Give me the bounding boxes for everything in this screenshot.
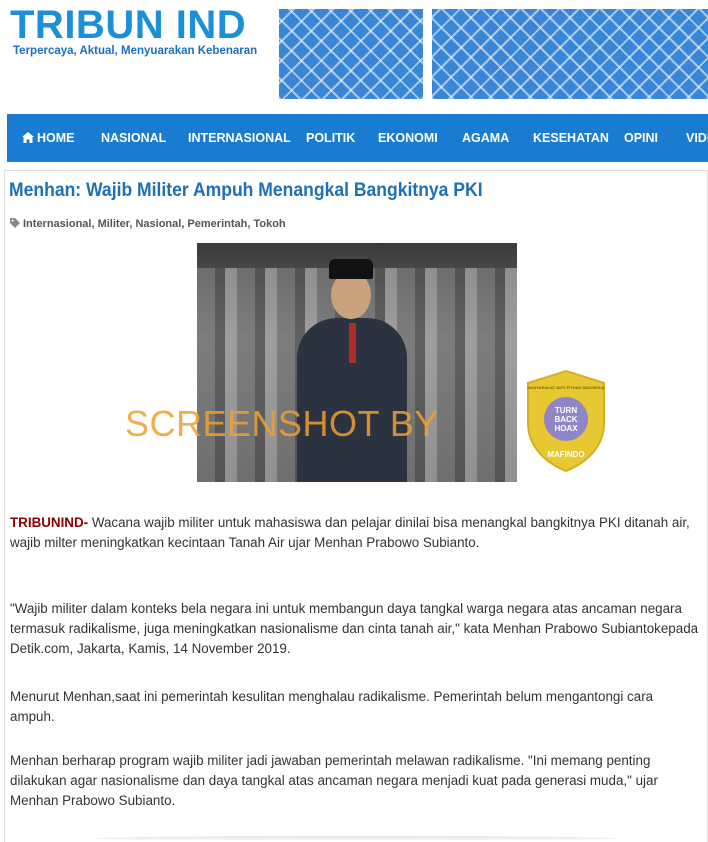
article-tags-list[interactable]: Internasional, Militer, Nasional, Pemeri…	[23, 218, 286, 230]
badge-bottom-text: MAFINDO	[547, 450, 584, 459]
article-paragraph-2: "Wajib militer dalam konteks bela negara…	[10, 601, 699, 656]
nav-item-internasional[interactable]: INTERNASIONAL	[188, 114, 291, 162]
badge-top-text: MASYARAKAT ANTI FITNAH INDONESIA	[527, 385, 604, 390]
article-paragraph-3: Menurut Menhan,saat ini pemerintah kesul…	[10, 689, 654, 724]
nav-item-video[interactable]: VIDEO	[686, 114, 708, 162]
nav-item-politik[interactable]: POLITIK	[306, 114, 355, 162]
article-tags: Internasional, Militer, Nasional, Pemeri…	[10, 218, 286, 230]
home-icon	[22, 132, 34, 143]
site-logo-title[interactable]: TRIBUN IND	[10, 3, 246, 47]
footer-shadow	[96, 836, 616, 841]
screenshot-watermark: SCREENSHOT BY	[125, 403, 439, 444]
main-nav: HOME NASIONAL INTERNASIONAL POLITIK EKON…	[7, 114, 708, 162]
article-paragraph-1: TRIBUNIND- Wacana wajib militer untuk ma…	[10, 513, 700, 553]
nav-item-label: HOME	[37, 131, 75, 145]
header-banner-left	[279, 9, 423, 99]
site-header: TRIBUN IND Terpercaya, Aktual, Menyuarak…	[0, 0, 708, 106]
article-lead-tag: TRIBUNIND-	[10, 515, 89, 530]
mafindo-badge: TURN BACK HOAX MASYARAKAT ANTI FITNAH IN…	[527, 369, 605, 473]
site-tagline: Terpercaya, Aktual, Menyuarakan Kebenara…	[13, 45, 258, 57]
article-paragraph-1-text: Wacana wajib militer untuk mahasiswa dan…	[10, 515, 690, 550]
badge-center-line-2: BACK	[554, 415, 577, 424]
article-title[interactable]: Menhan: Wajib Militer Ampuh Menangkal Ba…	[9, 179, 483, 202]
header-banner-right	[432, 9, 708, 99]
badge-center-line-3: HOAX	[554, 424, 578, 433]
nav-item-kesehatan[interactable]: KESEHATAN	[533, 114, 609, 162]
badge-center-line-1: TURN	[555, 406, 577, 415]
nav-item-opini[interactable]: OPINI	[624, 114, 658, 162]
photo-figure-tie	[349, 323, 356, 363]
article-photo	[197, 243, 517, 482]
nav-item-ekonomi[interactable]: EKONOMI	[378, 114, 438, 162]
tag-icon	[10, 218, 20, 228]
photo-figure-cap	[329, 259, 373, 279]
nav-item-agama[interactable]: AGAMA	[462, 114, 509, 162]
nav-item-nasional[interactable]: NASIONAL	[101, 114, 166, 162]
nav-item-home[interactable]: HOME	[22, 114, 75, 162]
article-paragraph-4: Menhan berharap program wajib militer ja…	[10, 753, 658, 808]
article-container: Menhan: Wajib Militer Ampuh Menangkal Ba…	[4, 170, 708, 842]
